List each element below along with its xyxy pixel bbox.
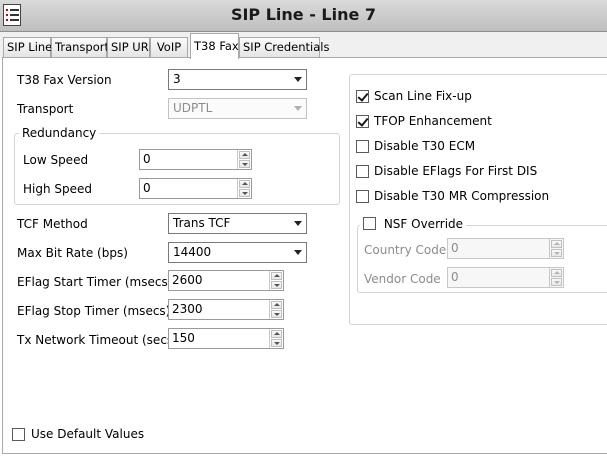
high-speed-value: 0 (143, 181, 151, 195)
max-bit-rate-select[interactable]: 14400 (168, 242, 307, 263)
scan-line-fixup-checkbox[interactable] (356, 90, 369, 103)
vendor-code-value: 0 (451, 270, 459, 284)
eflag-start-timer-value: 2600 (172, 273, 203, 287)
tcf-method-select[interactable]: Trans TCF (168, 213, 307, 234)
chevron-down-icon (294, 250, 302, 255)
tab-t38-fax[interactable]: T38 Fax (190, 33, 239, 59)
spin-down-icon (551, 249, 562, 257)
country-code-spinner: 0 (447, 238, 564, 259)
country-code-value: 0 (451, 241, 459, 255)
redundancy-group-title: Redundancy (19, 126, 100, 140)
tfop-enhancement-label: TFOP Enhancement (374, 114, 492, 128)
eflag-stop-timer-spinner[interactable]: 2300 (168, 299, 284, 320)
disable-t30-ecm-checkbox[interactable] (356, 140, 369, 153)
t38-fax-version-value: 3 (173, 72, 181, 86)
tab-sip-credentials[interactable]: SIP Credentials (239, 37, 329, 58)
low-speed-value: 0 (143, 152, 151, 166)
spin-up-icon[interactable] (271, 330, 282, 338)
eflag-stop-timer-label: EFlag Stop Timer (msecs) (17, 304, 171, 318)
transport-label: Transport (17, 102, 74, 116)
spin-down-icon (551, 278, 562, 286)
nsf-override-header: NSF Override (360, 217, 467, 231)
eflag-stop-timer-value: 2300 (172, 302, 203, 316)
vendor-code-spinner: 0 (447, 267, 564, 288)
spin-up-icon (551, 269, 562, 277)
spin-down-icon[interactable] (239, 160, 250, 168)
vendor-code-label: Vendor Code (364, 272, 441, 286)
tab-transport[interactable]: Transport (51, 37, 109, 58)
tab-sip-uri[interactable]: SIP URI (107, 37, 152, 58)
tfop-enhancement-checkbox[interactable] (356, 115, 369, 128)
tab-strip: SIP Line Transport SIP URI VoIP T38 Fax … (0, 32, 607, 59)
t38-fax-version-select[interactable]: 3 (168, 69, 307, 90)
tcf-method-label: TCF Method (17, 217, 88, 231)
high-speed-label: High Speed (23, 182, 93, 196)
scan-line-fixup-label: Scan Line Fix-up (374, 89, 472, 103)
spin-up-icon (551, 240, 562, 248)
disable-t30-mr-compression-checkbox[interactable] (356, 190, 369, 203)
country-code-label: Country Code (364, 243, 447, 257)
t38-fax-version-label: T38 Fax Version (17, 73, 112, 87)
nsf-override-checkbox[interactable] (363, 217, 376, 230)
spin-up-icon[interactable] (239, 180, 250, 188)
tx-network-timeout-spinner[interactable]: 150 (168, 328, 284, 349)
spin-down-icon[interactable] (239, 189, 250, 197)
disable-t30-ecm-label: Disable T30 ECM (374, 139, 476, 153)
tcf-method-value: Trans TCF (173, 216, 231, 230)
spin-up-icon[interactable] (271, 301, 282, 309)
tx-network-timeout-label: Tx Network Timeout (secs) (17, 333, 178, 347)
disable-eflags-first-dis-label: Disable EFlags For First DIS (374, 164, 538, 178)
spin-down-icon[interactable] (271, 310, 282, 318)
max-bit-rate-label: Max Bit Rate (bps) (17, 246, 128, 260)
spin-up-icon[interactable] (239, 151, 250, 159)
eflag-start-timer-label: EFlag Start Timer (msecs) (17, 275, 173, 289)
chevron-down-icon (294, 106, 302, 111)
window-title: SIP Line - Line 7 (230, 5, 377, 24)
use-default-values-checkbox[interactable] (12, 428, 25, 441)
disable-t30-mr-compression-label: Disable T30 MR Compression (374, 189, 550, 203)
spin-up-icon[interactable] (271, 272, 282, 280)
transport-select: UDPTL (168, 98, 307, 119)
low-speed-label: Low Speed (23, 153, 89, 167)
max-bit-rate-value: 14400 (173, 245, 212, 259)
nsf-override-label: NSF Override (383, 217, 464, 231)
chevron-down-icon (294, 221, 302, 226)
spin-down-icon[interactable] (271, 281, 282, 289)
use-default-values-label: Use Default Values (31, 427, 145, 441)
eflag-start-timer-spinner[interactable]: 2600 (168, 270, 284, 291)
chevron-down-icon (294, 77, 302, 82)
low-speed-spinner[interactable]: 0 (139, 149, 252, 170)
disable-eflags-first-dis-checkbox[interactable] (356, 165, 369, 178)
title-bar: SIP Line - Line 7 (0, 0, 607, 32)
tab-sip-line[interactable]: SIP Line (3, 37, 52, 58)
tx-network-timeout-value: 150 (172, 331, 195, 345)
transport-value: UDPTL (173, 101, 213, 115)
high-speed-spinner[interactable]: 0 (139, 178, 252, 199)
tab-voip[interactable]: VoIP (150, 37, 188, 58)
spin-down-icon[interactable] (271, 339, 282, 347)
